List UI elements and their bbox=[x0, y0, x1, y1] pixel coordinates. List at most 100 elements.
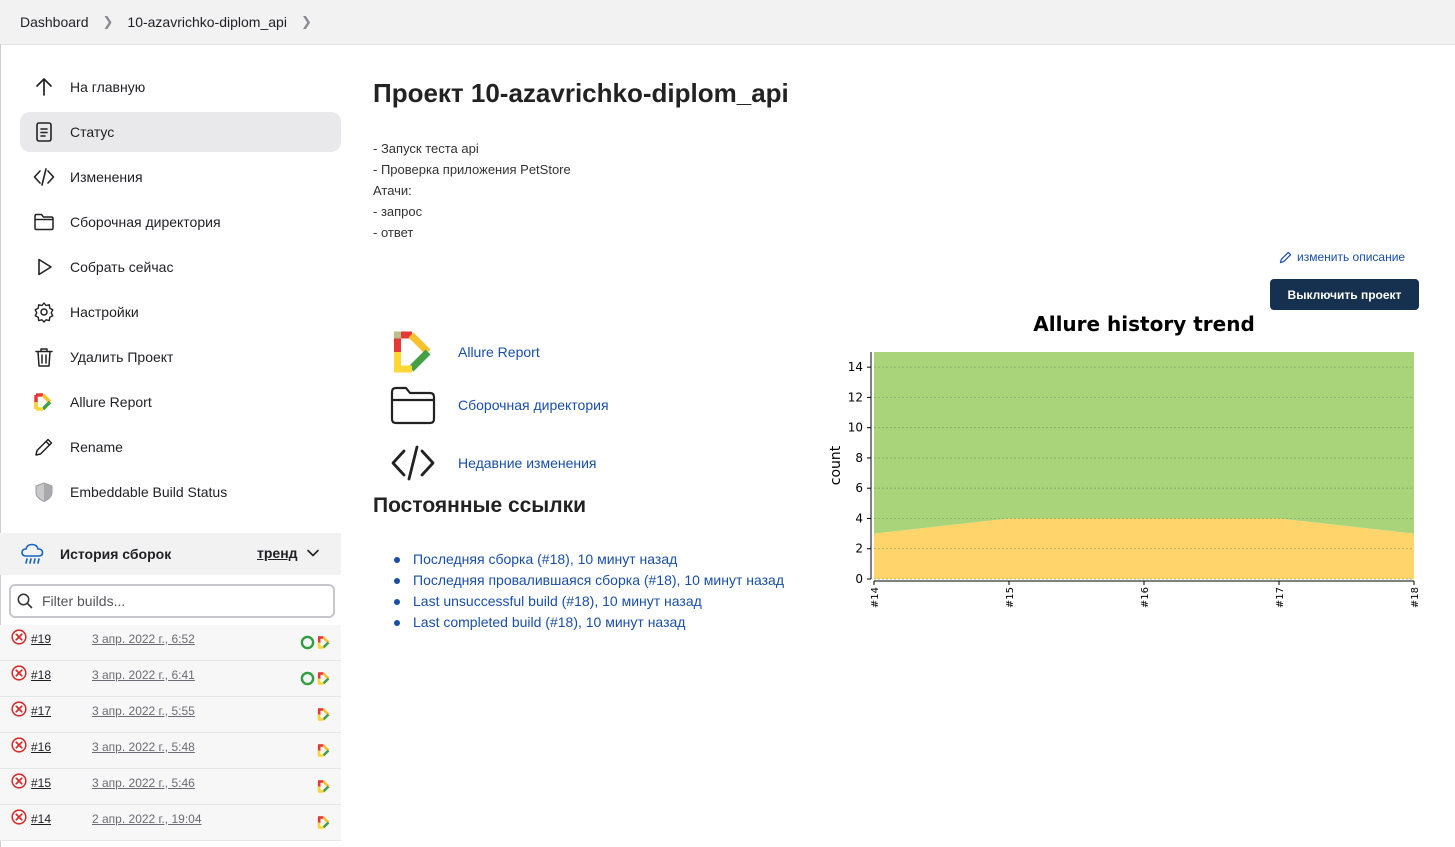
build-list: #19 3 апр. 2022 г., 6:52 #18 3 апр. 2022 г.… bbox=[0, 625, 341, 841]
permalinks-title: Постоянные ссылки bbox=[373, 494, 587, 517]
chart-x-tick-label: #14 bbox=[870, 587, 881, 608]
chart-x-tick-label: #16 bbox=[1140, 587, 1151, 608]
chart-series-area-1[interactable] bbox=[874, 352, 1414, 534]
build-date-link[interactable]: 3 апр. 2022 г., 6:41 bbox=[92, 668, 195, 682]
build-date-link[interactable]: 2 апр. 2022 г., 19:04 bbox=[92, 812, 202, 826]
sidebar-item-label: Статус bbox=[70, 124, 115, 140]
build-date-link[interactable]: 3 апр. 2022 г., 5:46 bbox=[92, 776, 195, 790]
pencil-icon bbox=[1279, 251, 1292, 263]
build-row[interactable]: #14 2 апр. 2022 г., 19:04 bbox=[0, 805, 341, 841]
build-number-link[interactable]: #17 bbox=[31, 704, 51, 718]
build-badges bbox=[300, 635, 331, 650]
allure-report-badge-icon[interactable] bbox=[316, 707, 331, 722]
failed-status-icon bbox=[11, 701, 27, 717]
main-link-label[interactable]: Allure Report bbox=[458, 344, 540, 360]
main-link-allure-report[interactable]: Allure Report bbox=[390, 331, 540, 373]
chart-x-tick-label: #15 bbox=[1005, 587, 1016, 608]
search-icon bbox=[17, 593, 33, 609]
build-history-title: История сборок bbox=[60, 546, 172, 562]
folder-icon bbox=[33, 211, 55, 233]
weather-cloud-icon bbox=[21, 543, 44, 564]
build-row[interactable]: #19 3 апр. 2022 г., 6:52 bbox=[0, 625, 341, 661]
allure-report-badge-icon[interactable] bbox=[316, 779, 331, 794]
filter-builds-input[interactable] bbox=[40, 592, 324, 610]
sidebar-item-label: Allure Report bbox=[70, 394, 152, 410]
build-row[interactable]: #18 3 апр. 2022 г., 6:41 bbox=[0, 661, 341, 697]
permalink-item[interactable]: Last completed build (#18), 10 минут наз… bbox=[394, 614, 784, 635]
chevron-right-icon: ❯ bbox=[102, 14, 114, 29]
build-badges bbox=[316, 779, 331, 794]
failed-status-icon bbox=[11, 809, 27, 825]
chart-y-tick-label: 0 bbox=[855, 572, 863, 586]
main-link-label[interactable]: Недавние изменения bbox=[458, 455, 597, 471]
sidebar-item-home[interactable]: На главную bbox=[20, 67, 341, 107]
trend-link[interactable]: тренд bbox=[257, 545, 298, 561]
build-number-link[interactable]: #16 bbox=[31, 740, 51, 754]
allure-history-trend-chart[interactable]: Allure history trend 0 2 4 6 8 10 12 14 #14 #15 #16… bbox=[820, 306, 1430, 616]
sidebar-item-build-now[interactable]: Собрать сейчас bbox=[20, 247, 341, 287]
build-row[interactable]: #17 3 апр. 2022 г., 5:55 bbox=[0, 697, 341, 733]
chart-y-tick-label: 12 bbox=[848, 390, 863, 404]
description-line: - запрос bbox=[373, 204, 423, 219]
build-number-link[interactable]: #18 bbox=[31, 668, 51, 682]
code-icon bbox=[391, 445, 435, 481]
description-line: Атачи: bbox=[373, 183, 412, 198]
chart-y-tick-label: 8 bbox=[855, 451, 863, 465]
chart-y-tick-label: 10 bbox=[848, 421, 863, 435]
chart-x-tick-label: #17 bbox=[1275, 587, 1286, 608]
build-date-link[interactable]: 3 апр. 2022 г., 6:52 bbox=[92, 632, 195, 646]
build-number-link[interactable]: #15 bbox=[31, 776, 51, 790]
trash-icon bbox=[33, 346, 55, 368]
sidebar-item-label: Изменения bbox=[70, 169, 143, 185]
breadcrumb-dashboard[interactable]: Dashboard bbox=[20, 14, 89, 30]
allure-report-badge-icon[interactable] bbox=[316, 635, 331, 650]
arrow-up-icon bbox=[33, 76, 55, 98]
chart-y-tick-label: 14 bbox=[848, 360, 863, 374]
main-link-recent-changes[interactable]: Недавние изменения bbox=[390, 443, 597, 483]
sidebar-item-label: Embeddable Build Status bbox=[70, 484, 228, 500]
allure-report-badge-icon[interactable] bbox=[316, 671, 331, 686]
sidebar-item-changes[interactable]: Изменения bbox=[20, 157, 341, 197]
build-date-link[interactable]: 3 апр. 2022 г., 5:48 bbox=[92, 740, 195, 754]
permalink-item[interactable]: Last unsuccessful build (#18), 10 минут … bbox=[394, 593, 784, 614]
allure-logo-icon bbox=[33, 391, 55, 413]
sidebar-item-status[interactable]: Статус bbox=[20, 112, 341, 152]
sidebar-item-workspace[interactable]: Сборочная директория bbox=[20, 202, 341, 242]
sidebar-item-delete-project[interactable]: Удалить Проект bbox=[20, 337, 341, 377]
build-number-link[interactable]: #19 bbox=[31, 632, 51, 646]
code-icon bbox=[33, 166, 55, 188]
edit-description-link[interactable]: изменить описание bbox=[1279, 250, 1405, 264]
chart-title: Allure history trend bbox=[1033, 312, 1255, 336]
build-date-link[interactable]: 3 апр. 2022 г., 5:55 bbox=[92, 704, 195, 718]
document-icon bbox=[33, 121, 55, 143]
permalink-item[interactable]: Последняя провалившаяся сборка (#18), 10… bbox=[394, 572, 784, 593]
filter-builds-field[interactable] bbox=[9, 584, 335, 618]
allure-report-badge-icon[interactable] bbox=[316, 743, 331, 758]
chevron-right-icon[interactable]: ❯ bbox=[301, 14, 312, 30]
failed-status-icon bbox=[11, 737, 27, 753]
build-badges bbox=[300, 671, 331, 686]
allure-report-badge-icon[interactable] bbox=[316, 815, 331, 830]
chart-y-tick-label: 2 bbox=[855, 542, 863, 556]
page-title: Проект 10-azavrichko-diplom_api bbox=[373, 78, 789, 108]
side-panel: На главную Статус Изменения Сборочная ди… bbox=[20, 67, 341, 517]
sidebar-item-rename[interactable]: Rename bbox=[20, 427, 341, 467]
chart-x-tick-label: #18 bbox=[1410, 587, 1421, 608]
chevron-down-icon[interactable] bbox=[306, 546, 320, 560]
main-link-workspace[interactable]: Сборочная директория bbox=[390, 385, 609, 425]
permalink-item[interactable]: Последняя сборка (#18), 10 минут назад bbox=[394, 551, 784, 572]
main-link-label[interactable]: Сборочная директория bbox=[458, 397, 609, 413]
coverage-badge-icon[interactable] bbox=[300, 671, 315, 686]
sidebar-item-settings[interactable]: Настройки bbox=[20, 292, 341, 332]
breadcrumb-bar: Dashboard ❯ 10-azavrichko-diplom_api ❯ bbox=[0, 0, 1455, 45]
description-line: - Проверка приложения PetStore bbox=[373, 162, 571, 177]
failed-status-icon bbox=[11, 629, 27, 645]
folder-icon bbox=[390, 386, 436, 425]
build-number-link[interactable]: #14 bbox=[31, 812, 51, 826]
coverage-badge-icon[interactable] bbox=[300, 635, 315, 650]
build-row[interactable]: #15 3 апр. 2022 г., 5:46 bbox=[0, 769, 341, 805]
sidebar-item-embeddable-build-status[interactable]: Embeddable Build Status bbox=[20, 472, 341, 512]
breadcrumb-project[interactable]: 10-azavrichko-diplom_api bbox=[127, 14, 287, 30]
sidebar-item-allure-report[interactable]: Allure Report bbox=[20, 382, 341, 422]
build-row[interactable]: #16 3 апр. 2022 г., 5:48 bbox=[0, 733, 341, 769]
